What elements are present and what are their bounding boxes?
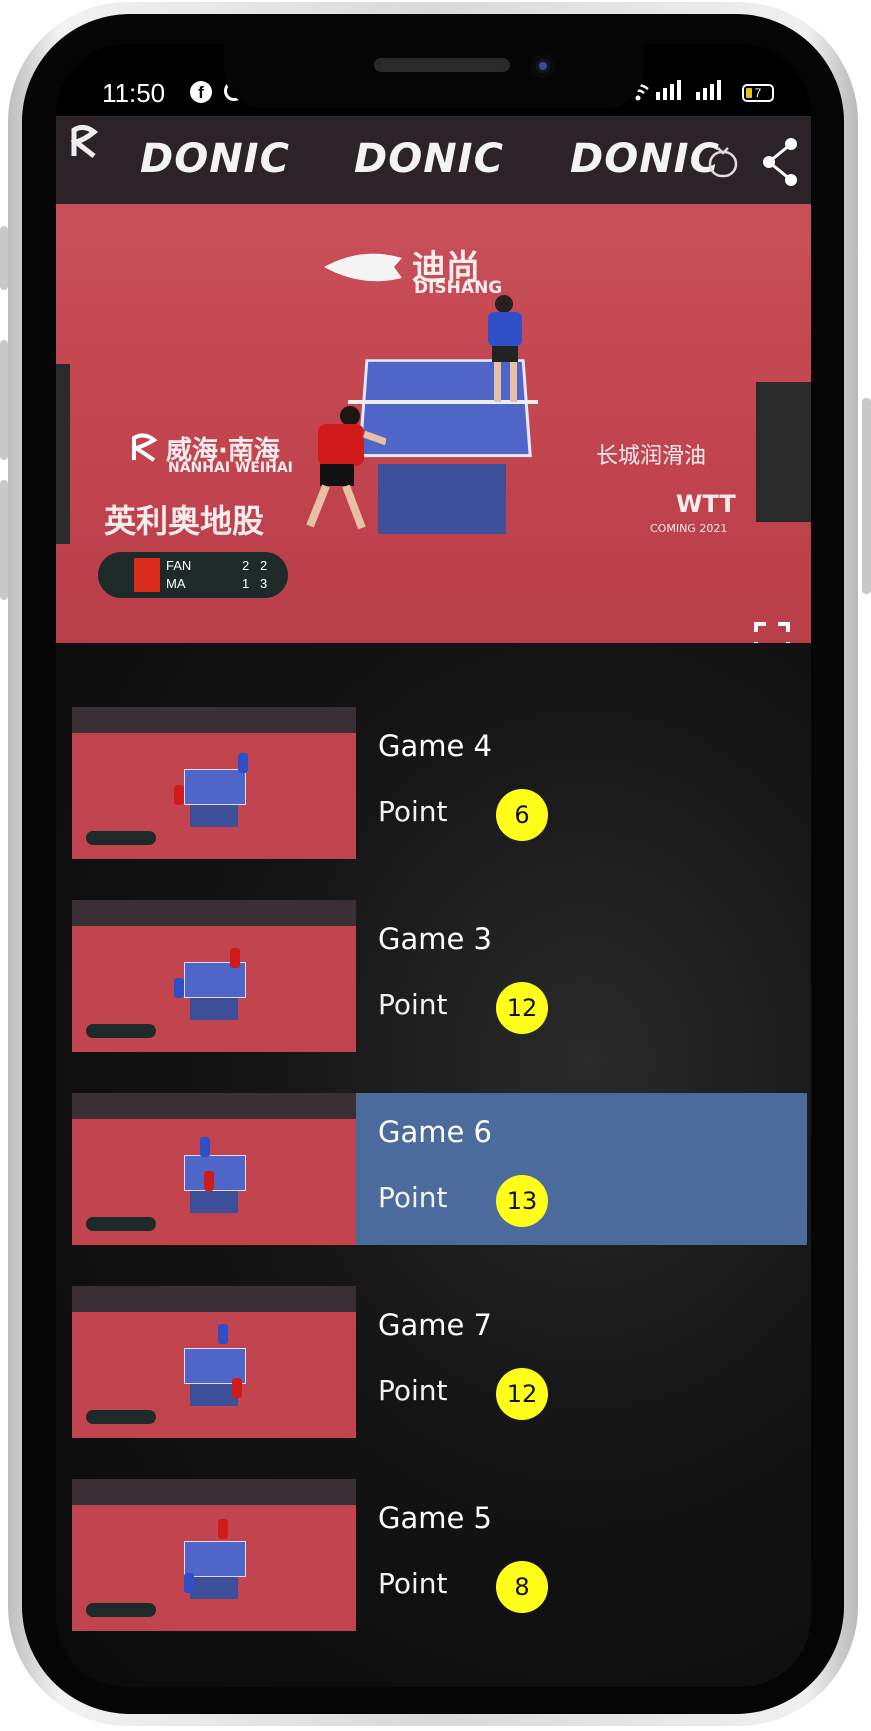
tv-icon[interactable]	[708, 146, 738, 178]
clip-item[interactable]: Game 5 Point 8	[72, 1479, 807, 1631]
games-won: 1	[242, 576, 250, 591]
sponsor-right-cn: 长城润滑油	[596, 444, 707, 469]
screen: 11:50 f 7 DONIC DONIC DONIC 迪尚 DISHANG 威…	[56, 44, 811, 1687]
dishang-logo	[324, 253, 402, 282]
power-button	[862, 398, 871, 594]
speaker	[374, 58, 510, 72]
clip-item[interactable]: Game 3 Point 12	[72, 900, 807, 1052]
clip-point-badge: 6	[496, 789, 548, 841]
banner-brand: DONIC	[354, 136, 504, 182]
notch	[224, 44, 644, 108]
signal-icon	[696, 80, 721, 100]
share-icon[interactable]	[761, 136, 801, 188]
banner-brand: DONIC	[140, 136, 290, 182]
clip-point-label: Point	[378, 795, 448, 828]
clip-point-badge: 12	[496, 982, 548, 1034]
signal-icon	[656, 80, 681, 100]
clip-thumbnail	[72, 900, 356, 1052]
current-points: 3	[260, 576, 268, 591]
clip-info: Game 5 Point 8	[356, 1479, 807, 1631]
player-name: FAN	[166, 558, 192, 573]
facebook-icon: f	[190, 81, 212, 103]
player-name: MA	[166, 576, 186, 591]
camera-tripod	[56, 364, 70, 544]
score-row: FAN 2 2	[166, 558, 267, 573]
clip-point-label: Point	[378, 1567, 448, 1600]
clip-info: Game 3 Point 12	[356, 900, 807, 1052]
clip-game-title: Game 5	[378, 1501, 493, 1535]
wtt-subtitle: COMING 2021	[650, 522, 728, 535]
clip-thumbnail	[72, 1479, 356, 1631]
clip-thumbnail	[72, 1093, 356, 1245]
clip-point-label: Point	[378, 988, 448, 1021]
player-figure	[306, 406, 386, 530]
clip-item[interactable]: Game 4 Point 6	[72, 707, 807, 859]
clip-info: Game 6 Point 13	[356, 1093, 807, 1245]
clip-point-badge: 12	[496, 1368, 548, 1420]
clip-game-title: Game 3	[378, 922, 493, 956]
clip-game-title: Game 4	[378, 729, 493, 763]
wtt-logo: WTT	[676, 490, 736, 518]
clip-info: Game 7 Point 12	[356, 1286, 807, 1438]
court-chinese-text: 英利奥地股	[104, 502, 265, 540]
clip-game-title: Game 6	[378, 1115, 493, 1149]
status-time: 11:50	[102, 78, 166, 108]
clip-item-selected[interactable]: Game 6 Point 13	[72, 1093, 807, 1245]
battery-fill	[746, 88, 752, 98]
clip-info: Game 4 Point 6	[356, 707, 807, 859]
battery-level: 7	[754, 86, 762, 100]
fullscreen-icon[interactable]	[754, 622, 790, 643]
table-base	[378, 464, 506, 534]
player-figure	[488, 295, 522, 402]
flag-icon	[134, 558, 160, 592]
front-camera	[531, 54, 555, 78]
sponsor-logo	[131, 433, 158, 462]
court: 迪尚 DISHANG 威海·南海 NANHAI WEIHAI 长城润滑油 英利奥…	[56, 204, 811, 643]
clip-list: Game 4 Point 6 Game 3 Point 12 Game 6 Po…	[56, 643, 811, 1687]
clip-game-title: Game 7	[378, 1308, 493, 1342]
video-banner: DONIC DONIC DONIC	[56, 116, 811, 204]
clip-point-badge: 13	[496, 1175, 548, 1227]
games-won: 2	[242, 558, 250, 573]
clip-item[interactable]: Game 7 Point 12	[72, 1286, 807, 1438]
volume-button	[0, 340, 8, 460]
clip-point-label: Point	[378, 1374, 448, 1407]
clip-thumbnail	[72, 707, 356, 859]
clip-point-badge: 8	[496, 1561, 548, 1613]
umpire-table	[756, 382, 811, 522]
banner-brand: DONIC	[570, 136, 720, 182]
clip-point-label: Point	[378, 1181, 448, 1214]
sponsor-left-en: NANHAI WEIHAI	[168, 460, 293, 476]
current-points: 2	[260, 558, 268, 573]
volume-button	[0, 226, 8, 290]
scoreboard: FAN 2 2 MA 1 3	[98, 552, 288, 598]
volume-button	[0, 480, 8, 600]
battery-icon: 7	[742, 84, 774, 102]
sponsor-logo	[70, 124, 99, 158]
clip-thumbnail	[72, 1286, 356, 1438]
video-player[interactable]: DONIC DONIC DONIC 迪尚 DISHANG 威海·南海 NANHA…	[56, 116, 811, 643]
score-row: MA 1 3	[166, 576, 267, 591]
